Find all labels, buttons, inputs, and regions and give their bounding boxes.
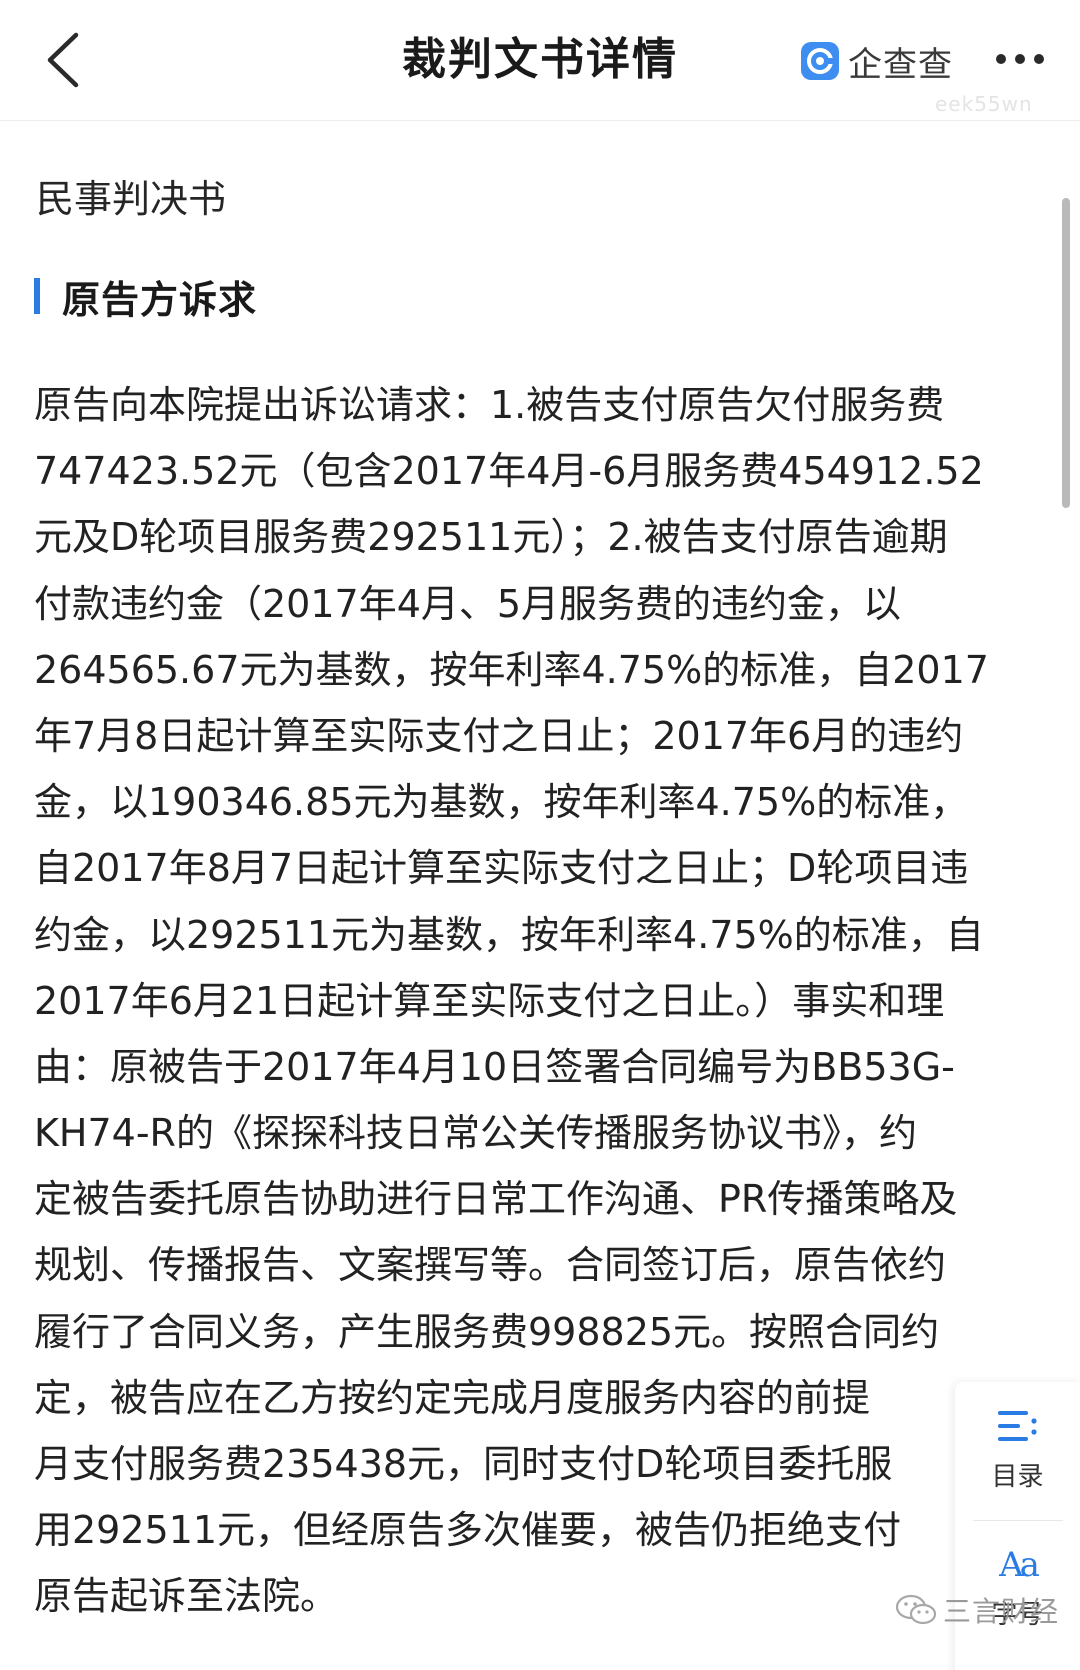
document-type: 民事判决书: [36, 177, 227, 221]
text-line: 年7月8日起计算至实际支付之日止；2017年6月的违约: [34, 713, 964, 758]
scrollbar-thumb[interactable]: [1062, 198, 1070, 508]
top-watermark: eek55wn: [935, 92, 1033, 116]
brand-logo-group[interactable]: 企查查: [800, 38, 953, 85]
text-line: 定被告委托原告协助进行日常工作沟通、PR传播策略及: [34, 1177, 958, 1222]
section-accent-bar: [34, 278, 40, 314]
more-dot-icon: [996, 54, 1006, 64]
wechat-watermark: 三言财经: [895, 1590, 1059, 1630]
table-of-contents-button[interactable]: 目录: [955, 1404, 1080, 1493]
chevron-left-icon: [47, 32, 79, 88]
font-size-icon-glyph: Aa: [999, 1545, 1040, 1585]
page-title: 裁判文书详情: [402, 34, 678, 85]
text-line: 自2017年8月7日起计算至实际支付之日止；D轮项目违: [34, 846, 969, 891]
text-line: 264565.67元为基数，按年利率4.75%的标准，自2017: [34, 647, 989, 692]
brand-name: 企查查: [848, 44, 953, 85]
top-navigation-bar: 裁判文书详情 企查查 eek55wn: [0, 0, 1080, 121]
plaintiff-claims-text: 原告向本院提出诉讼请求：1.被告支付原告欠付服务费 747423.52元（包含2…: [34, 372, 1049, 1630]
text-line: 定，被告应在乙方按约定完成月度服务内容的前提: [34, 1375, 871, 1420]
text-line: 约金，以292511元为基数，按年利率4.75%的标准，自: [34, 912, 984, 957]
text-line: 原告向本院提出诉讼请求：1.被告支付原告欠付服务费: [34, 383, 945, 427]
font-size-icon: Aa: [995, 1542, 1041, 1588]
more-dot-icon: [1015, 54, 1025, 64]
text-line: 747423.52元（包含2017年4月-6月服务费454912.52: [34, 449, 984, 494]
text-line: 用292511元，但经原告多次催要，被告仍拒绝支付: [34, 1508, 902, 1553]
text-line: 2017年6月21日起计算至实际支付之日止。）事实和理: [34, 978, 945, 1023]
text-line: 月支付服务费235438元，同时支付D轮项目委托服: [34, 1442, 893, 1486]
text-line: 金，以190346.85元为基数，按年利率4.75%的标准，: [34, 780, 969, 825]
text-line: 付款违约金（2017年4月、5月服务费的违约金，以: [34, 581, 902, 626]
text-line: 履行了合同义务，产生服务费998825元。按照合同约: [34, 1309, 940, 1354]
list-icon: [995, 1404, 1041, 1450]
section-heading: 原告方诉求: [34, 272, 257, 322]
wechat-icon: [895, 1594, 937, 1625]
more-dot-icon: [1034, 54, 1044, 64]
qichacha-logo-icon: [800, 41, 840, 81]
section-title: 原告方诉求: [62, 277, 258, 322]
text-line: 由：原被告于2017年4月10日签署合同编号为BB53G-: [34, 1044, 955, 1089]
table-of-contents-label: 目录: [991, 1462, 1044, 1492]
back-button[interactable]: [28, 22, 98, 98]
text-line: 元及D轮项目服务费292511元）；2.被告支付原告逾期: [34, 515, 948, 560]
side-panel-divider: [973, 1520, 1063, 1521]
more-options-button[interactable]: [985, 34, 1055, 84]
app-screen: 裁判文书详情 企查查 eek55wn 民事判决书 原告方诉求 原告向本院提出诉讼…: [0, 0, 1080, 1670]
wechat-account-name: 三言财经: [943, 1595, 1060, 1628]
text-line: 规划、传播报告、文案撰写等。合同签订后，原告依约: [34, 1243, 947, 1288]
text-line: KH74-R的《探探科技日常公关传播服务协议书》，约: [34, 1111, 917, 1156]
